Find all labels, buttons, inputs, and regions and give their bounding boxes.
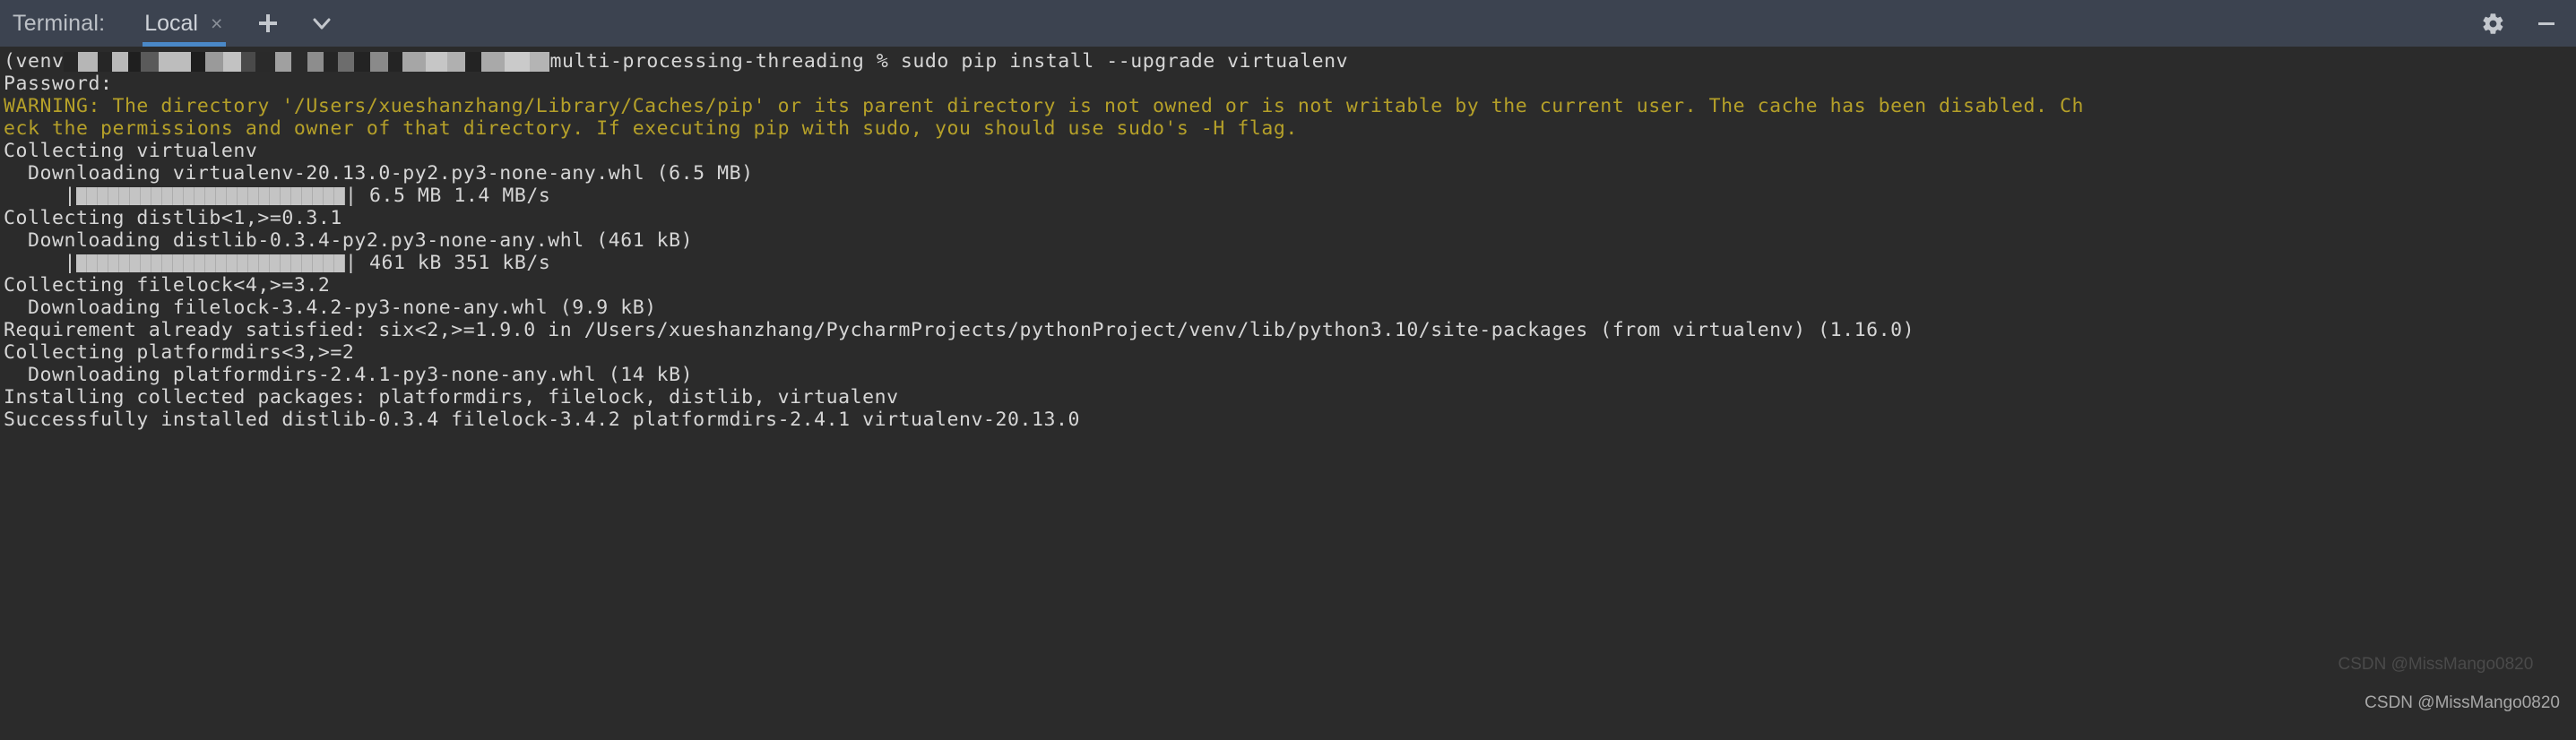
- prompt-symbol: %: [876, 50, 889, 73]
- mosaic-block: [291, 51, 308, 72]
- mosaic-block: [98, 51, 113, 72]
- progress-left-bracket: |: [4, 252, 76, 274]
- watermark: CSDN @MissMango0820 CSDN @MissMango0820: [2336, 654, 2560, 733]
- mosaic-block: [141, 51, 160, 72]
- mosaic-block: [388, 51, 403, 72]
- toolbar-right-actions: [2479, 0, 2567, 47]
- terminal-title-label: Terminal:: [13, 10, 106, 36]
- terminal-output-area[interactable]: (venv multi-processing-threading % sudo …: [0, 47, 2576, 740]
- output-line: Downloading distlib-0.3.4-py2.py3-none-a…: [4, 229, 694, 252]
- mosaic-block: [241, 51, 256, 72]
- tab-local[interactable]: Local ×: [141, 0, 228, 47]
- warning-line: eck the permissions and owner of that di…: [4, 117, 1298, 140]
- mosaic-block: [530, 51, 550, 72]
- terminal-tool-window: Terminal: Local × (venv multi-processing…: [0, 0, 2576, 740]
- terminal-lines: Password: WARNING: The directory '/Users/…: [4, 73, 2576, 431]
- mosaic-block: [481, 51, 506, 72]
- output-line: Installing collected packages: platformd…: [4, 386, 899, 409]
- prompt-path-tail: multi-processing-threading: [549, 50, 865, 73]
- mosaic-block: [465, 51, 482, 72]
- prompt-line: (venv multi-processing-threading % sudo …: [4, 50, 2576, 73]
- mosaic-block: [505, 51, 531, 72]
- mosaic-block: [64, 51, 79, 72]
- redacted-path-mosaic: [64, 51, 550, 72]
- output-line: Collecting filelock<4,>=3.2: [4, 274, 331, 297]
- gear-icon: [2482, 13, 2503, 34]
- prompt-venv: (venv: [4, 50, 65, 73]
- tab-local-label: Local: [144, 10, 198, 36]
- output-line: Collecting platformdirs<3,>=2: [4, 341, 355, 364]
- mosaic-block: [255, 51, 276, 72]
- mosaic-block: [354, 51, 371, 72]
- add-terminal-button[interactable]: [255, 10, 281, 37]
- watermark-text: CSDN @MissMango0820: [2364, 693, 2560, 712]
- output-line: Collecting virtualenv: [4, 140, 258, 162]
- mosaic-block: [191, 51, 206, 72]
- prompt-space-2: [888, 50, 901, 73]
- output-line: Downloading filelock-3.4.2-py3-none-any.…: [4, 297, 657, 319]
- progress-bar-fill: [75, 254, 345, 272]
- plus-icon: [259, 14, 278, 32]
- terminal-toolbar: Terminal: Local ×: [0, 0, 2576, 47]
- output-line: Successfully installed distlib-0.3.4 fil…: [4, 409, 1080, 431]
- mosaic-block: [159, 51, 192, 72]
- output-line: Collecting distlib<1,>=0.3.1: [4, 207, 342, 229]
- output-line: Downloading platformdirs-2.4.1-py3-none-…: [4, 364, 694, 386]
- mosaic-block: [307, 51, 324, 72]
- warning-line: WARNING: The directory '/Users/xueshanzh…: [4, 95, 2084, 117]
- settings-button[interactable]: [2479, 10, 2506, 37]
- download-progress-line: | | 6.5 MB 1.4 MB/s: [4, 185, 2576, 207]
- mosaic-block: [426, 51, 448, 72]
- minimize-icon: [2538, 22, 2554, 25]
- mosaic-block: [205, 51, 224, 72]
- mosaic-block: [370, 51, 389, 72]
- mosaic-block: [338, 51, 355, 72]
- prompt-command: sudo pip install --upgrade virtualenv: [900, 50, 1349, 73]
- mosaic-block: [402, 51, 427, 72]
- terminal-list-dropdown-button[interactable]: [308, 10, 335, 37]
- chevron-down-icon: [313, 18, 331, 30]
- mosaic-block: [78, 51, 99, 72]
- progress-bar-fill: [75, 186, 345, 205]
- output-line: Requirement already satisfied: six<2,>=1…: [4, 319, 1915, 341]
- progress-left-bracket: |: [4, 185, 76, 207]
- mosaic-block: [324, 51, 339, 72]
- mosaic-block: [112, 51, 129, 72]
- output-line: Downloading virtualenv-20.13.0-py2.py3-n…: [4, 162, 754, 185]
- output-line: Password:: [4, 73, 113, 95]
- watermark-shadow: CSDN @MissMango0820: [2338, 655, 2534, 674]
- download-progress-line: | | 461 kB 351 kB/s: [4, 252, 2576, 274]
- progress-stats: | 6.5 MB 1.4 MB/s: [344, 185, 551, 207]
- mosaic-block: [275, 51, 292, 72]
- progress-stats: | 461 kB 351 kB/s: [344, 252, 551, 274]
- mosaic-block: [223, 51, 242, 72]
- mosaic-block: [447, 51, 466, 72]
- mosaic-block: [128, 51, 142, 72]
- close-icon[interactable]: ×: [211, 13, 222, 34]
- hide-tool-window-button[interactable]: [2533, 10, 2560, 37]
